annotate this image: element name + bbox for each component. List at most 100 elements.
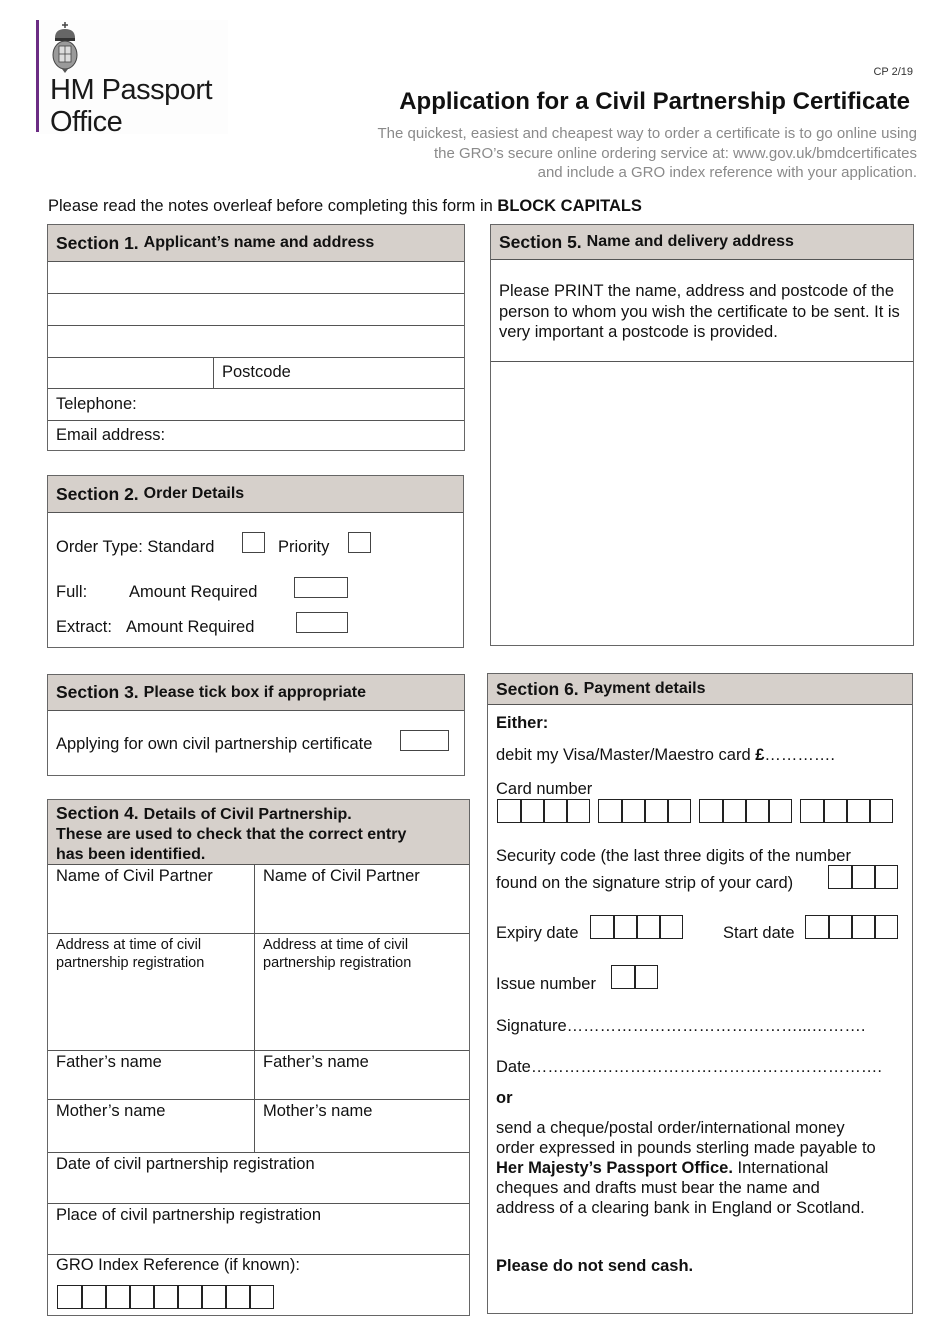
start-date-label: Start date [723, 924, 795, 942]
delivery-address-field[interactable] [491, 362, 913, 644]
digit-cell[interactable] [874, 865, 898, 889]
cheque-instructions: send a cheque/postal order/international… [496, 1118, 906, 1218]
digit-cell[interactable] [722, 799, 746, 823]
digit-cell[interactable] [81, 1285, 106, 1309]
section-number: Section 2. [56, 483, 139, 504]
partner-1-name-field[interactable]: Name of Civil Partner [48, 865, 255, 933]
full-amount-label: Amount Required [129, 583, 258, 601]
own-certificate-checkbox[interactable] [400, 730, 449, 751]
signature-field[interactable]: Signature……………………………………...………. [496, 1016, 865, 1036]
debit-card-label: debit my Visa/Master/Maestro card [496, 746, 756, 764]
section-3-header: Section 3. Please tick box if appropriat… [48, 675, 464, 711]
either-label: Either: [496, 714, 549, 732]
section-2-header: Section 2. Order Details [48, 476, 463, 513]
digit-cell[interactable] [201, 1285, 226, 1309]
digit-cell[interactable] [823, 799, 847, 823]
digit-cell[interactable] [636, 915, 660, 939]
address-line-1-field[interactable] [48, 262, 464, 294]
instruction-text: Please read the notes overleaf before co… [48, 197, 498, 215]
registration-date-field[interactable]: Date of civil partnership registration [48, 1153, 469, 1204]
digit-cell[interactable] [129, 1285, 154, 1309]
address-line-2-field[interactable] [48, 294, 464, 326]
section-3-tick-box: Section 3. Please tick box if appropriat… [47, 674, 465, 776]
digit-cell[interactable] [634, 965, 658, 989]
partner-1-address-field[interactable]: Address at time of civil partnership reg… [48, 934, 255, 1050]
partner-1-father-field[interactable]: Father’s name [48, 1051, 255, 1099]
cheque-line: cheques and drafts must bear the name an… [496, 1179, 820, 1197]
start-date-input[interactable] [805, 915, 898, 939]
payment-date-field[interactable]: Date………………………………………………………. [496, 1057, 882, 1077]
digit-cell[interactable] [590, 915, 614, 939]
digit-cell[interactable] [846, 799, 870, 823]
digit-cell[interactable] [225, 1285, 250, 1309]
debit-amount-field[interactable]: …………. [764, 746, 835, 764]
digit-cell[interactable] [543, 799, 567, 823]
digit-cell[interactable] [613, 915, 637, 939]
priority-label: Priority [278, 538, 330, 556]
digit-group [828, 865, 898, 889]
digit-cell[interactable] [800, 799, 824, 823]
card-number-input[interactable] [497, 799, 893, 823]
digit-cell[interactable] [497, 799, 521, 823]
digit-cell[interactable] [699, 799, 723, 823]
gro-reference-row: GRO Index Reference (if known): [48, 1255, 469, 1315]
expiry-date-label: Expiry date [496, 924, 579, 942]
section-title: Applicant’s name and address [143, 234, 375, 251]
digit-cell[interactable] [851, 865, 875, 889]
address-line-4-field[interactable] [48, 358, 214, 388]
partner-2-address-field[interactable]: Address at time of civil partnership reg… [255, 934, 469, 1050]
digit-cell[interactable] [249, 1285, 274, 1309]
partner-name-label: Name of Civil Partner [56, 867, 213, 885]
partner-names-row: Name of Civil Partner Name of Civil Part… [48, 865, 469, 934]
intro-line: and include a GRO index reference with y… [537, 164, 917, 181]
security-code-input[interactable] [828, 865, 898, 889]
digit-cell[interactable] [659, 915, 683, 939]
gro-reference-input[interactable] [57, 1285, 274, 1309]
section-number: Section 1. [56, 232, 139, 253]
extract-amount-input[interactable] [296, 612, 348, 633]
issue-number-input[interactable] [611, 965, 658, 989]
partner-1-mother-field[interactable]: Mother’s name [48, 1100, 255, 1152]
digit-cell[interactable] [566, 799, 590, 823]
email-field[interactable]: Email address: [48, 421, 464, 451]
partner-2-name-field[interactable]: Name of Civil Partner [255, 865, 469, 933]
postcode-field[interactable]: Postcode [214, 358, 464, 388]
digit-cell[interactable] [768, 799, 792, 823]
digit-cell[interactable] [805, 915, 829, 939]
digit-cell[interactable] [105, 1285, 130, 1309]
address-line-3-field[interactable] [48, 326, 464, 358]
partner-2-mother-field[interactable]: Mother’s name [255, 1100, 469, 1152]
digit-cell[interactable] [57, 1285, 82, 1309]
expiry-date-input[interactable] [590, 915, 683, 939]
standard-checkbox[interactable] [242, 532, 265, 553]
digit-cell[interactable] [177, 1285, 202, 1309]
order-type-label: Order Type: Standard [56, 538, 215, 556]
digit-cell[interactable] [667, 799, 691, 823]
digit-cell[interactable] [611, 965, 635, 989]
partner-name-label: Name of Civil Partner [263, 867, 420, 885]
mother-name-row: Mother’s name Mother’s name [48, 1100, 469, 1153]
address-label: partnership registration [263, 955, 412, 971]
telephone-field[interactable]: Telephone: [48, 389, 464, 421]
cheque-line-rest: International [732, 1159, 829, 1177]
full-amount-input[interactable] [294, 577, 348, 598]
digit-cell[interactable] [828, 915, 852, 939]
digit-cell[interactable] [520, 799, 544, 823]
digit-cell[interactable] [621, 799, 645, 823]
section-4-header: Section 4. Details of Civil Partnership. … [48, 800, 469, 865]
partner-2-father-field[interactable]: Father’s name [255, 1051, 469, 1099]
digit-cell[interactable] [869, 799, 893, 823]
registration-place-field[interactable]: Place of civil partnership registration [48, 1204, 469, 1255]
priority-checkbox[interactable] [348, 532, 371, 553]
royal-crest-icon [52, 22, 78, 73]
digit-cell[interactable] [644, 799, 668, 823]
digit-group [611, 965, 658, 989]
gro-reference-label: GRO Index Reference (if known): [56, 1256, 300, 1274]
registration-place-label: Place of civil partnership registration [56, 1206, 322, 1224]
digit-cell[interactable] [874, 915, 898, 939]
digit-cell[interactable] [598, 799, 622, 823]
digit-cell[interactable] [745, 799, 769, 823]
digit-cell[interactable] [851, 915, 875, 939]
digit-cell[interactable] [153, 1285, 178, 1309]
digit-cell[interactable] [828, 865, 852, 889]
